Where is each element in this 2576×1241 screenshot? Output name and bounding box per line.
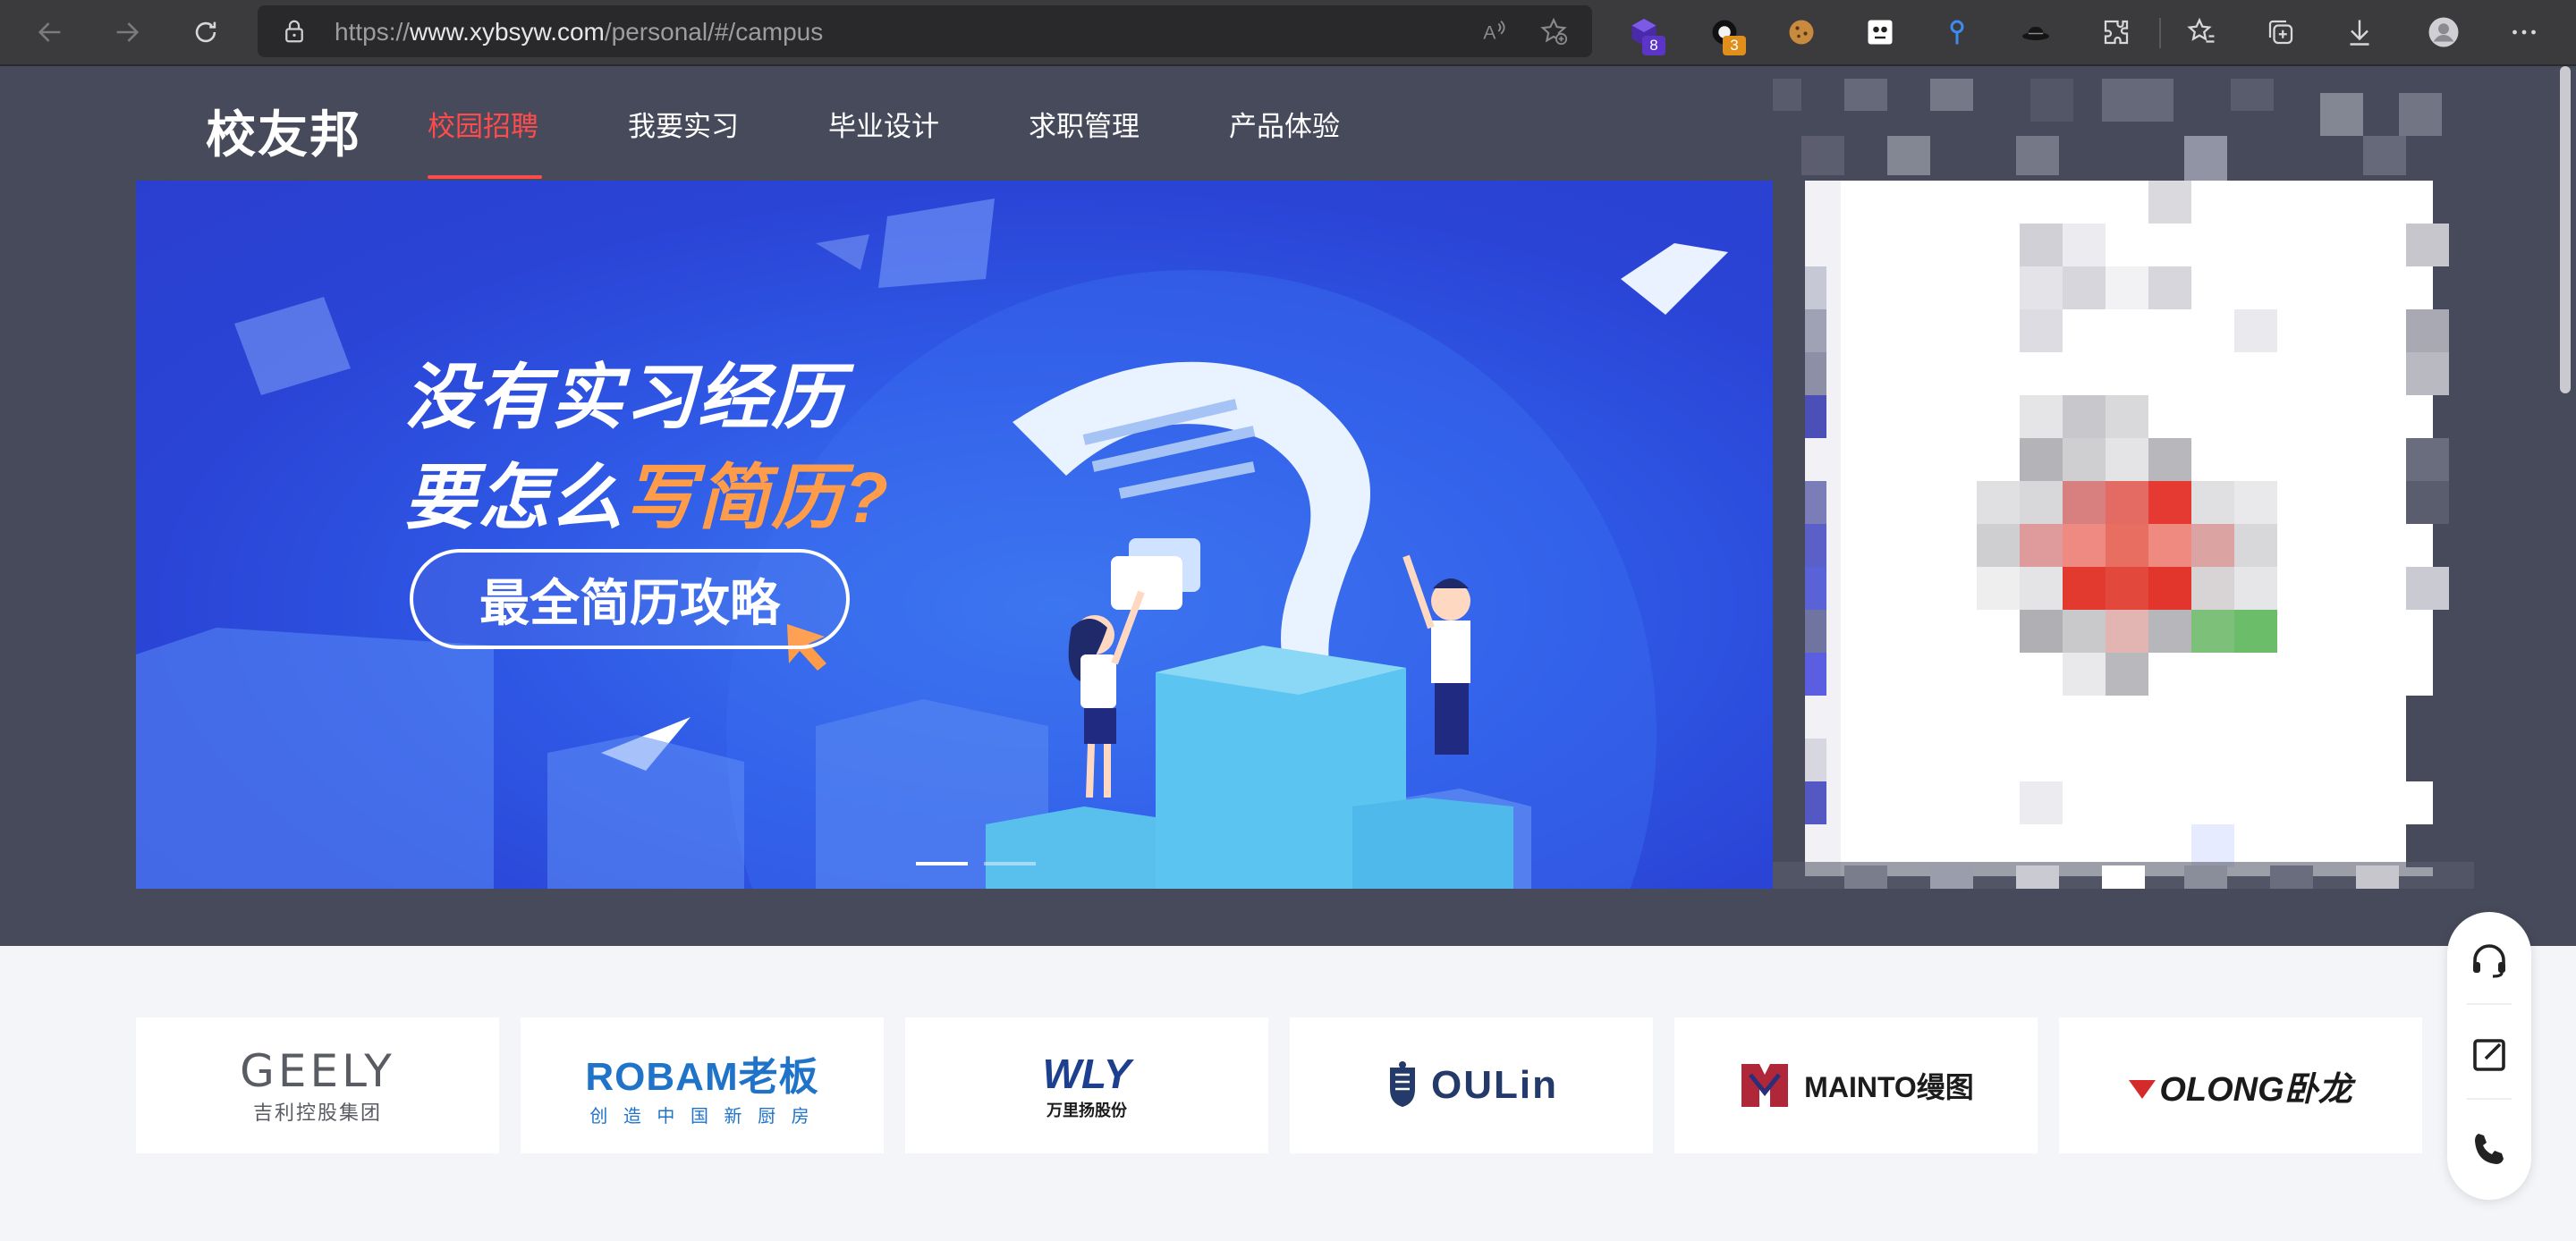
- toolbar-divider: [2159, 18, 2161, 48]
- extension-ring-button[interactable]: 3: [1705, 13, 1746, 55]
- browser-toolbar: https://www.xybsyw.com/personal/#/campus…: [0, 0, 2576, 66]
- reload-button[interactable]: [186, 13, 225, 52]
- collections-button[interactable]: [2261, 13, 2301, 52]
- partner-card-geely[interactable]: GEELY 吉利控股集团: [136, 1017, 499, 1153]
- arrow-right-icon: [116, 22, 140, 42]
- nav-internship[interactable]: 我要实习: [628, 104, 739, 144]
- partner-card-wly[interactable]: WLY 万里扬股份: [905, 1017, 1268, 1153]
- banner-headline-line2: 要怎么写简历?: [404, 458, 890, 537]
- download-icon: [2350, 20, 2369, 46]
- profile-button[interactable]: [2424, 13, 2463, 52]
- extension-panda-icon: [1868, 20, 1893, 45]
- favorites-icon: [2187, 17, 2215, 43]
- carousel-dot-1[interactable]: [916, 862, 968, 865]
- forward-button[interactable]: [107, 13, 147, 52]
- phone-icon[interactable]: [2468, 1128, 2511, 1171]
- partner-logo-geely: GEELY 吉利控股集团: [240, 1045, 395, 1124]
- extension-cookie-button[interactable]: [1782, 13, 1821, 52]
- page-scrollbar[interactable]: [2560, 66, 2571, 393]
- extension-purple-cube-button[interactable]: 8: [1624, 13, 1665, 55]
- svg-text:A: A: [1483, 22, 1496, 44]
- banner-headline-line1: 没有实习经历: [404, 358, 844, 437]
- nav-job-management[interactable]: 求职管理: [1029, 104, 1140, 144]
- partner-card-robam[interactable]: ROBAM老板 创 造 中 国 新 厨 房: [521, 1017, 884, 1153]
- favorites-button[interactable]: [2182, 13, 2222, 52]
- extension-pin-icon: [1950, 20, 1964, 45]
- hero-banner[interactable]: 没有实习经历 要怎么写简历? 最全简历攻略: [136, 181, 1810, 889]
- mainto-mark-icon: [1741, 1064, 1789, 1107]
- partner-card-mainto[interactable]: MAINTO缦图: [1674, 1017, 2038, 1153]
- lock-icon: [285, 20, 303, 43]
- edit-icon[interactable]: [2468, 1034, 2511, 1076]
- float-divider: [2467, 1003, 2512, 1005]
- carousel-dot-2[interactable]: [984, 862, 1036, 865]
- nav-active-indicator: [428, 175, 542, 179]
- extension-badge: 3: [1723, 36, 1746, 55]
- partner-logo-wolong: OLONG卧龙: [2129, 1061, 2352, 1110]
- back-button[interactable]: [30, 13, 70, 52]
- partner-card-oulin[interactable]: OULin: [1290, 1017, 1653, 1153]
- collections-icon: [2268, 20, 2293, 45]
- partner-logo-mainto: MAINTO缦图: [1738, 1060, 1974, 1110]
- nav-graduation-design[interactable]: 毕业设计: [828, 104, 939, 144]
- downloads-button[interactable]: [2340, 13, 2379, 52]
- ellipsis-icon: [2512, 30, 2536, 35]
- headset-icon[interactable]: [2468, 939, 2511, 982]
- reload-icon: [195, 21, 216, 43]
- avatar-icon: [2428, 17, 2459, 47]
- float-divider: [2467, 1098, 2512, 1100]
- floating-contact-bar: [2447, 912, 2531, 1200]
- partner-logo-robam: ROBAM老板 创 造 中 国 新 厨 房: [585, 1054, 819, 1127]
- extension-pin-button[interactable]: [1937, 13, 1977, 52]
- more-menu-button[interactable]: [2504, 13, 2544, 52]
- nav-campus-recruitment[interactable]: 校园招聘: [428, 104, 538, 144]
- partner-logo-oulin: OULin: [1385, 1060, 1558, 1110]
- address-bar[interactable]: https://www.xybsyw.com/personal/#/campus…: [258, 5, 1592, 57]
- puzzle-icon: [2104, 20, 2129, 45]
- extension-panda-button[interactable]: [1860, 13, 1900, 52]
- extension-hat-icon: [2022, 27, 2049, 40]
- resume-guide-button[interactable]: 最全简历攻略: [410, 549, 850, 649]
- extension-hat-button[interactable]: [2016, 13, 2055, 52]
- nav-product-experience[interactable]: 产品体验: [1229, 104, 1340, 144]
- extensions-button[interactable]: [2097, 13, 2136, 52]
- wolong-mark-icon: [2129, 1080, 2157, 1099]
- url-text: https://www.xybsyw.com/personal/#/campus: [335, 18, 824, 46]
- arrow-left-icon: [38, 22, 61, 42]
- add-favorite-icon[interactable]: [1538, 16, 1569, 46]
- read-aloud-icon[interactable]: A: [1479, 16, 1510, 46]
- banner-illustration: [136, 198, 1728, 889]
- partner-logo-wly: WLY 万里扬股份: [1042, 1051, 1131, 1119]
- partner-card-wolong[interactable]: OLONG卧龙: [2059, 1017, 2422, 1153]
- site-logo[interactable]: 校友邦: [206, 95, 361, 167]
- pixelated-login-panel: [1773, 79, 2474, 889]
- extension-cookie-icon: [1789, 20, 1814, 45]
- oulin-crest-icon: [1390, 1061, 1415, 1107]
- extension-badge: 8: [1642, 36, 1665, 55]
